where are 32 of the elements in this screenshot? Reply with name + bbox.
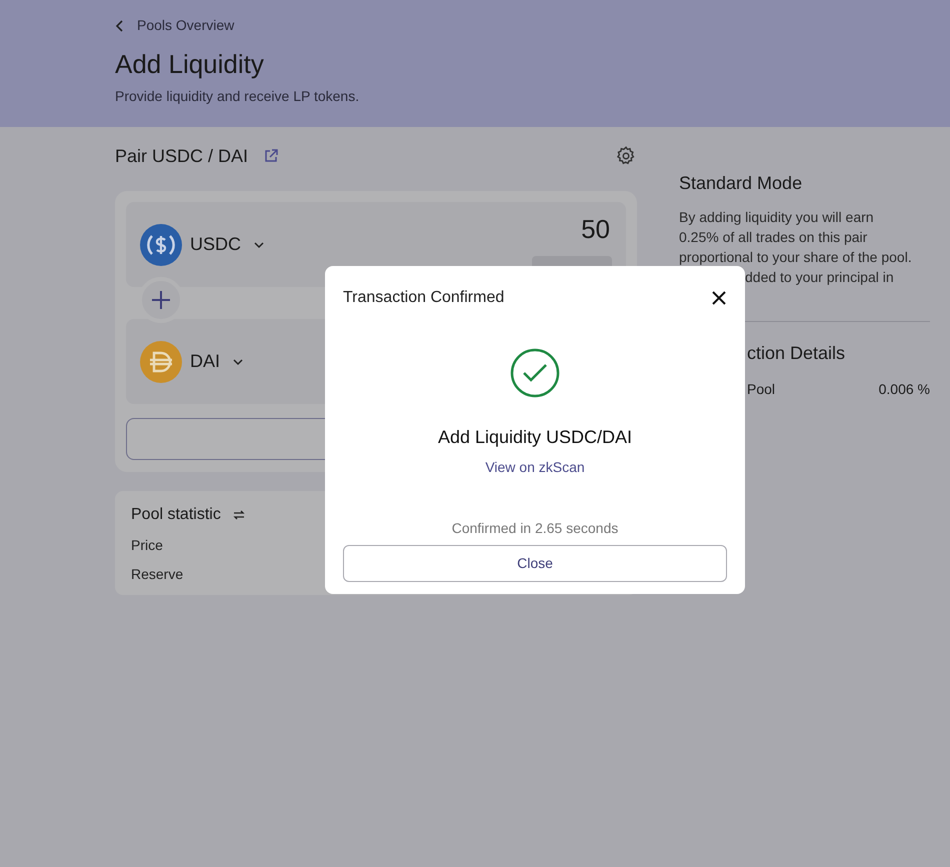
token-select[interactable]: DAI [190, 348, 244, 375]
detail-value: 0.006 % [878, 380, 930, 399]
close-button[interactable]: Close [343, 545, 727, 582]
mode-description: 0.25% of all trades on this pair [679, 228, 868, 247]
dollar-coin-icon [140, 224, 182, 266]
coin-icon [140, 340, 182, 382]
close-icon[interactable] [711, 290, 727, 306]
settings-icon[interactable] [615, 145, 637, 167]
mode-description: dded to your principal in [745, 268, 894, 287]
mode-description: By adding liquidity you will earn [679, 208, 874, 227]
back-link[interactable]: Pools Overview [115, 15, 234, 36]
dialog-heading: Add Liquidity USDC/DAI [438, 426, 632, 449]
mode-description: proportional to your share of the pool. [679, 248, 912, 267]
swap-arrows-icon [232, 509, 245, 521]
explorer-link[interactable]: View on zkScan [485, 457, 585, 478]
confirmation-time: Confirmed in 2.65 seconds [452, 519, 618, 538]
plus-icon [151, 290, 171, 310]
dialog-title: Transaction Confirmed [343, 288, 504, 308]
pair-title: Pair USDC / DAI [115, 144, 248, 168]
chevron-left-icon [115, 20, 125, 32]
stat-label: Reserve [131, 565, 184, 584]
amount-value: 50 [581, 214, 611, 244]
detail-label: Pool [747, 380, 776, 399]
page-subtitle: Provide liquidity and receive LP tokens. [115, 87, 360, 106]
page-title: Add Liquidity [115, 48, 264, 80]
section-title: Pool statistic [131, 505, 221, 525]
details-title: ction Details [747, 342, 846, 365]
token-select[interactable]: USDC [190, 231, 266, 258]
stat-label: Price [131, 536, 163, 555]
check-circle-icon [510, 348, 560, 398]
external-link-icon[interactable] [264, 149, 278, 163]
mode-title: Standard Mode [679, 172, 802, 195]
